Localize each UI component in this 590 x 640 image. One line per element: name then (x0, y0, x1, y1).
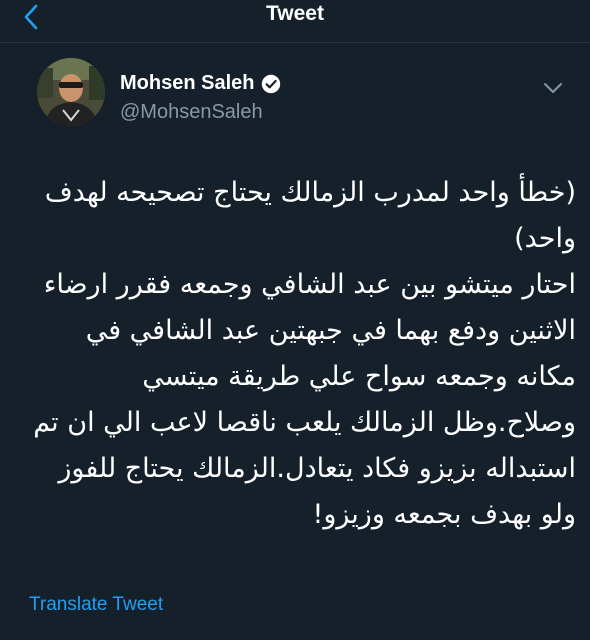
author-name-row[interactable]: Mohsen Saleh (120, 72, 281, 95)
tweet-body: (خطأ واحد لمدرب الزمالك يحتاج تصحيحه لهد… (20, 170, 576, 538)
tweet-line: وصلاح.وظل الزمالك يلعب ناقصا لاعب الي ان… (33, 407, 576, 438)
avatar-photo (37, 58, 105, 126)
tweet-line: (خطأ واحد لمدرب الزمالك يحتاج تصحيحه لهد… (44, 177, 576, 208)
chevron-down-icon[interactable] (542, 80, 564, 96)
translate-tweet-link[interactable]: Translate Tweet (29, 594, 163, 616)
author-handle[interactable]: @MohsenSaleh (120, 101, 263, 124)
tweet-line: استبداله بزيزو فكاد يتعادل.الزمالك يحتاج… (58, 453, 576, 484)
tweet-line: واحد) (514, 223, 576, 254)
author-name[interactable]: Mohsen Saleh (120, 72, 254, 95)
avatar[interactable] (37, 58, 105, 126)
top-bar: Tweet (0, 0, 590, 43)
tweet-line: احتار ميتشو بين عبد الشافي وجمعه فقرر ار… (43, 269, 576, 300)
tweet-line: ولو بهدف بجمعه وزيزو! (312, 499, 577, 530)
verified-badge-icon (262, 74, 281, 93)
tweet-line: الاثنين ودفع بهما في جبهتين عبد الشافي ف… (85, 315, 576, 346)
page-title: Tweet (266, 2, 324, 25)
tweet-line: مكانه وجمعه سواح علي طريقة ميتسي (142, 361, 576, 392)
